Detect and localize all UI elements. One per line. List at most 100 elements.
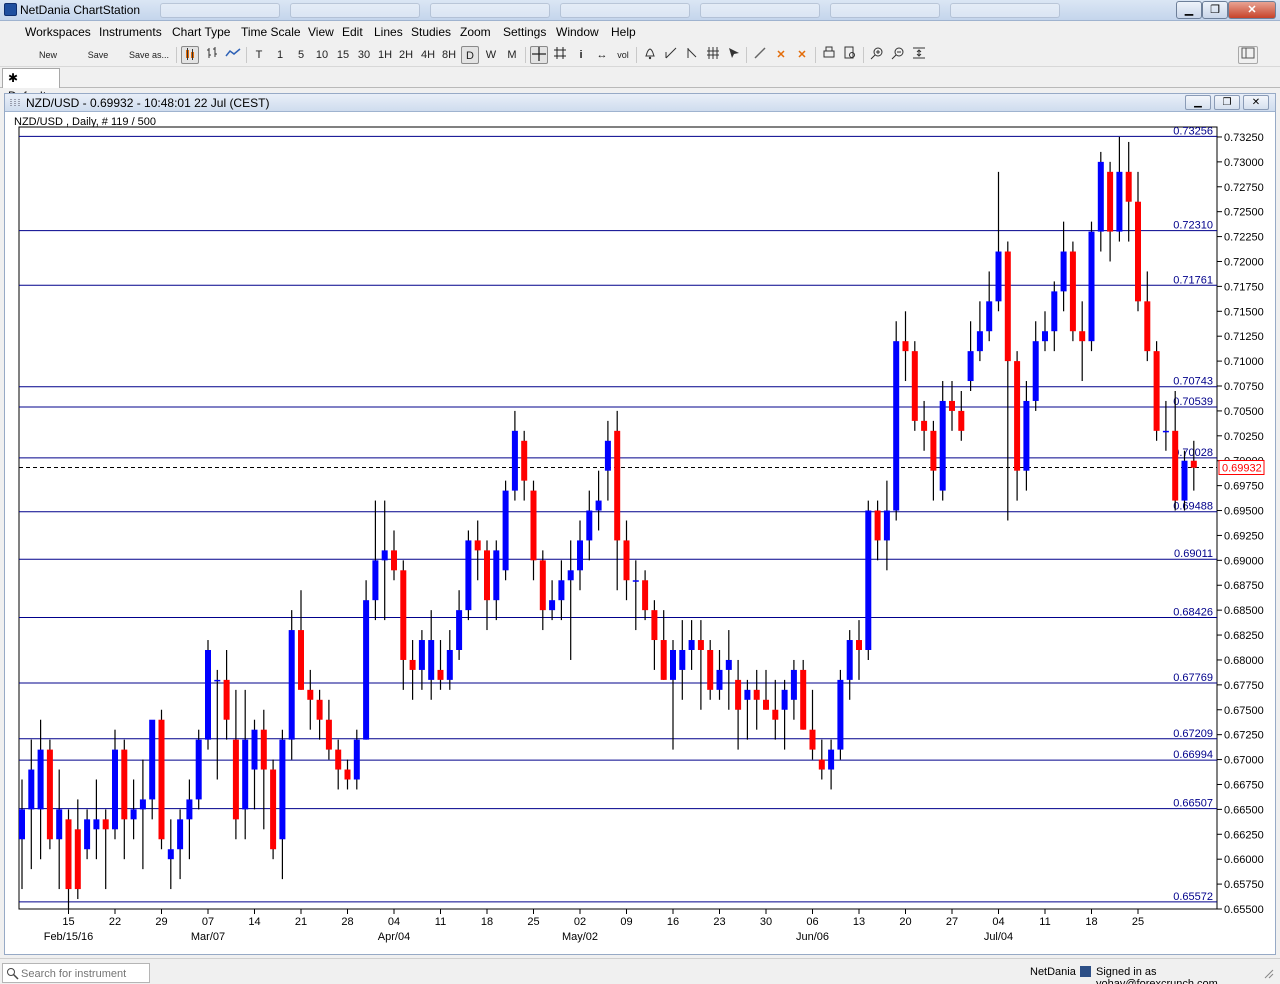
timescale-10[interactable]: 10	[313, 46, 331, 64]
timescale-t[interactable]: T	[252, 46, 266, 64]
info-icon[interactable]: i	[572, 46, 590, 64]
x-month-label: Apr/04	[378, 931, 410, 943]
chart-close-button[interactable]: ✕	[1243, 95, 1269, 110]
candle-down	[335, 749, 342, 770]
menu-edit[interactable]: Edit	[342, 25, 363, 39]
timescale-w[interactable]: W	[482, 46, 500, 64]
zoom-out-icon[interactable]	[889, 46, 907, 64]
timescale-4h[interactable]: 4H	[418, 46, 438, 64]
toolbar-separator	[525, 47, 526, 63]
crosshair-icon[interactable]	[530, 46, 548, 64]
timescale-5[interactable]: 5	[294, 46, 308, 64]
timescale-30[interactable]: 30	[355, 46, 373, 64]
tab-default[interactable]: ✱ Default	[2, 68, 60, 103]
app-title-bar: NetDania ChartStation ▁ ❐ ✕	[0, 0, 1280, 21]
horizontal-line-label: 0.73256	[1173, 125, 1213, 137]
price-chart[interactable]: 0.73256 0.72310 0.71761 0.70743 0.70539 0.700…	[5, 112, 1275, 954]
candle-down	[65, 819, 72, 890]
y-tick-label: 0.65500	[1224, 904, 1264, 916]
candle-up	[632, 580, 639, 582]
panel-toggle-icon[interactable]	[1238, 46, 1258, 64]
candle-up	[195, 739, 202, 800]
pitchfork-icon[interactable]	[704, 46, 722, 64]
toolbar-separator	[246, 47, 247, 63]
chart-minimize-button[interactable]: ▁	[1185, 95, 1211, 110]
horizontal-line-label: 0.68426	[1173, 607, 1213, 619]
zoom-fit-icon[interactable]	[910, 46, 928, 64]
x-tick-label: 07	[202, 916, 214, 928]
trendline-icon[interactable]	[662, 46, 680, 64]
candle-down	[772, 709, 779, 720]
candle-up	[1116, 171, 1123, 232]
background-tab	[950, 3, 1060, 18]
minimize-window-button[interactable]: ▁	[1176, 1, 1202, 19]
timescale-1h[interactable]: 1H	[376, 46, 394, 64]
y-tick-label: 0.68750	[1224, 580, 1264, 592]
candle-up	[558, 580, 565, 601]
grid-icon[interactable]	[551, 46, 569, 64]
resize-grip-icon[interactable]	[1262, 967, 1274, 979]
candle-up	[586, 510, 593, 541]
print-icon[interactable]	[820, 46, 838, 64]
candle-down	[437, 669, 444, 680]
new-button[interactable]: New	[32, 46, 64, 64]
instrument-search-input[interactable]	[21, 966, 147, 981]
print-preview-icon[interactable]	[841, 46, 859, 64]
candle-down	[642, 580, 649, 611]
menu-lines[interactable]: Lines	[374, 25, 403, 39]
chart-restore-button[interactable]: ❐	[1214, 95, 1240, 110]
y-tick-label: 0.67250	[1224, 730, 1264, 742]
menu-settings[interactable]: Settings	[503, 25, 546, 39]
candle-up	[56, 809, 63, 840]
timescale-m[interactable]: M	[503, 46, 521, 64]
menu-studies[interactable]: Studies	[411, 25, 451, 39]
y-tick-label: 0.68250	[1224, 630, 1264, 642]
candle-up	[37, 749, 44, 810]
status-provider: NetDania	[1030, 966, 1076, 978]
candlestick-chart-icon[interactable]	[181, 46, 199, 64]
candle-up	[186, 799, 193, 820]
netdania-app-icon	[4, 3, 17, 16]
alert-bell-icon[interactable]	[641, 46, 659, 64]
cursor-arrow-icon[interactable]	[725, 46, 743, 64]
candle-down	[949, 400, 955, 411]
delete-all-icon[interactable]: ✕	[793, 46, 811, 64]
chart-window-title-bar[interactable]: NZD/USD - 0.69932 - 10:48:01 22 Jul (CES…	[5, 94, 1275, 112]
x-tick-label: 20	[899, 916, 911, 928]
line-chart-icon[interactable]	[224, 46, 242, 64]
menu-chart-type[interactable]: Chart Type	[172, 25, 230, 39]
timescale-1[interactable]: 1	[273, 46, 287, 64]
candle-down	[521, 440, 528, 481]
menu-workspaces[interactable]: Workspaces	[25, 25, 91, 39]
background-browser-tabs	[160, 3, 1060, 18]
volume-icon[interactable]: vol	[614, 46, 632, 64]
save-as-button[interactable]: Save as...	[126, 46, 172, 64]
menu-zoom[interactable]: Zoom	[460, 25, 491, 39]
menu-time-scale[interactable]: Time Scale	[241, 25, 301, 39]
candle-down	[74, 829, 81, 890]
scroll-icon[interactable]: ↔	[593, 46, 611, 64]
menu-help[interactable]: Help	[611, 25, 636, 39]
draw-line-icon[interactable]	[751, 46, 769, 64]
timescale-d[interactable]: D	[461, 46, 479, 64]
timescale-15[interactable]: 15	[334, 46, 352, 64]
instrument-search[interactable]	[2, 963, 150, 983]
candle-down	[46, 749, 53, 840]
save-button[interactable]: Save	[82, 46, 114, 64]
menu-instruments[interactable]: Instruments	[99, 25, 162, 39]
toolbar-separator	[815, 47, 816, 63]
timescale-2h[interactable]: 2H	[397, 46, 415, 64]
candle-up	[428, 640, 435, 680]
zoom-in-icon[interactable]	[868, 46, 886, 64]
ohlc-bar-icon[interactable]	[203, 46, 221, 64]
menu-view[interactable]: View	[308, 25, 334, 39]
candle-down	[753, 689, 760, 700]
candle-down	[958, 410, 965, 431]
menu-window[interactable]: Window	[556, 25, 599, 39]
candle-down	[651, 610, 658, 641]
timescale-8h[interactable]: 8H	[440, 46, 458, 64]
close-window-button[interactable]: ✕	[1228, 1, 1276, 19]
fibonacci-icon[interactable]	[683, 46, 701, 64]
restore-window-button[interactable]: ❐	[1202, 1, 1228, 19]
delete-icon[interactable]: ✕	[772, 46, 790, 64]
